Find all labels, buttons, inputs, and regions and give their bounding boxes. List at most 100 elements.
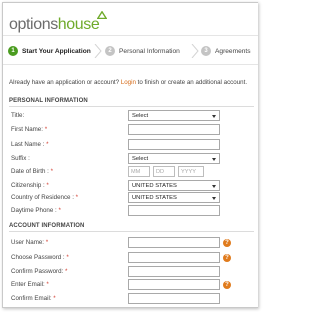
dropdown-arrow-icon (212, 185, 216, 188)
chevron-right-icon (191, 44, 199, 58)
first-name-label: First Name: * (11, 126, 47, 133)
triangle-logo-icon (97, 11, 107, 19)
daytime-phone-label-text: Daytime Phone : (11, 207, 59, 214)
last-name-label-text: Last Name : (11, 141, 47, 148)
account-info-divider (9, 231, 254, 232)
header-divider (3, 35, 258, 36)
daytime-phone-label: Daytime Phone : * (11, 207, 61, 214)
confirm-password-input[interactable] (128, 266, 220, 277)
step-agreements: 3 Agreements (201, 45, 251, 57)
country-of-residence-select[interactable]: UNITED STATES (128, 192, 220, 203)
logo-text-house: house (57, 16, 100, 33)
confirm-password-label-text: Confirm Password: (11, 268, 65, 275)
step-number: 3 (201, 46, 211, 56)
username-label-text: User Name: (11, 239, 46, 246)
login-link[interactable]: Login (121, 79, 136, 86)
last-name-input[interactable] (128, 139, 220, 150)
required-marker: * (75, 194, 79, 201)
citizenship-label: Citizenship : * (11, 182, 49, 189)
email-row: Enter Email: * ? (3, 279, 258, 291)
dob-year-input[interactable]: YYYY (178, 166, 204, 177)
logo-text-options: options (9, 16, 58, 33)
step-label: Agreements (215, 47, 251, 55)
citizenship-label-text: Citizenship : (11, 182, 47, 189)
window: optionshouse 1 Start Your Application 2 … (0, 0, 262, 312)
choose-password-label-text: Choose Password : (11, 254, 67, 261)
last-name-row: Last Name : * (3, 139, 258, 151)
suffix-label: Suffix : (11, 155, 30, 162)
chevron-right-icon (94, 44, 102, 58)
username-input[interactable] (128, 237, 220, 248)
existing-account-notice: Already have an application or account? … (9, 79, 247, 86)
steps-divider (3, 64, 258, 65)
signup-form-panel: optionshouse 1 Start Your Application 2 … (2, 2, 258, 308)
confirm-email-input[interactable] (128, 293, 220, 304)
personal-info-heading: PERSONAL INFORMATION (9, 98, 88, 104)
notice-text-before: Already have an application or account? (9, 79, 121, 86)
logo-wordmark: optionshouse (9, 16, 100, 33)
dob-day-input[interactable]: DD (153, 166, 175, 177)
help-icon[interactable]: ? (223, 239, 231, 247)
confirm-email-row: Confirm Email: * (3, 293, 258, 305)
choose-password-row: Choose Password : * ? (3, 252, 258, 264)
country-of-residence-row: Country of Residence : * UNITED STATES (3, 192, 258, 204)
country-of-residence-label: Country of Residence : * (11, 194, 78, 201)
dob-month-input[interactable]: MM (128, 166, 150, 177)
confirm-password-label: Confirm Password: * (11, 268, 67, 275)
step-label: Start Your Application (22, 47, 91, 55)
citizenship-select[interactable]: UNITED STATES (128, 180, 220, 191)
required-marker: * (46, 182, 49, 189)
step-number: 1 (8, 46, 18, 56)
country-of-residence-select-value: UNITED STATES (132, 194, 177, 201)
first-name-row: First Name: * (3, 124, 258, 136)
account-info-heading: ACCOUNT INFORMATION (9, 223, 85, 229)
required-marker: * (64, 268, 68, 275)
confirm-password-row: Confirm Password: * (3, 266, 258, 278)
citizenship-row: Citizenship : * UNITED STATES (3, 180, 258, 192)
required-marker: * (53, 295, 56, 302)
date-of-birth-row: Date of Birth : * MM DD YYYY (3, 166, 258, 178)
required-marker: * (46, 281, 49, 288)
daytime-phone-input[interactable] (128, 205, 220, 216)
progress-steps: 1 Start Your Application 2 Personal Info… (3, 41, 258, 63)
email-input[interactable] (128, 279, 220, 290)
username-label: User Name: * (11, 239, 48, 246)
help-icon[interactable]: ? (223, 254, 231, 262)
dropdown-arrow-icon (212, 115, 216, 118)
required-marker: * (45, 239, 49, 246)
step-number: 2 (105, 46, 115, 56)
title-label: Title: (11, 112, 25, 119)
step-personal-information: 2 Personal Information (105, 45, 180, 57)
suffix-row: Suffix : Select (3, 153, 258, 165)
country-of-residence-label-text: Country of Residence : (11, 194, 76, 201)
dropdown-arrow-icon (212, 158, 216, 161)
required-marker: * (46, 141, 49, 148)
last-name-label: Last Name : * (11, 141, 49, 148)
first-name-label-text: First Name: (11, 126, 45, 133)
choose-password-input[interactable] (128, 252, 220, 263)
citizenship-select-value: UNITED STATES (132, 182, 177, 189)
suffix-select-value: Select (132, 155, 149, 162)
required-marker: * (58, 207, 61, 214)
required-marker: * (66, 254, 69, 261)
help-icon[interactable]: ? (223, 281, 231, 289)
required-marker: * (44, 126, 48, 133)
suffix-select[interactable]: Select (128, 153, 220, 164)
choose-password-label: Choose Password : * (11, 254, 69, 261)
required-marker: * (50, 168, 53, 175)
step-start-application: 1 Start Your Application (8, 45, 91, 57)
title-select[interactable]: Select (128, 110, 220, 121)
title-select-value: Select (132, 112, 149, 119)
first-name-input[interactable] (128, 124, 220, 135)
date-of-birth-label-text: Date of Birth : (11, 168, 51, 175)
step-label: Personal Information (119, 47, 180, 55)
username-row: User Name: * ? (3, 237, 258, 249)
date-of-birth-fields: MM DD YYYY (128, 166, 204, 177)
date-of-birth-label: Date of Birth : * (11, 168, 53, 175)
email-label-text: Enter Email: (11, 281, 47, 288)
notice-text-after: to finish or create an additional accoun… (135, 79, 248, 86)
personal-info-divider (9, 106, 254, 107)
confirm-email-label-text: Confirm Email: (11, 295, 54, 302)
title-row: Title: Select (3, 110, 258, 122)
confirm-email-label: Confirm Email: * (11, 295, 56, 302)
